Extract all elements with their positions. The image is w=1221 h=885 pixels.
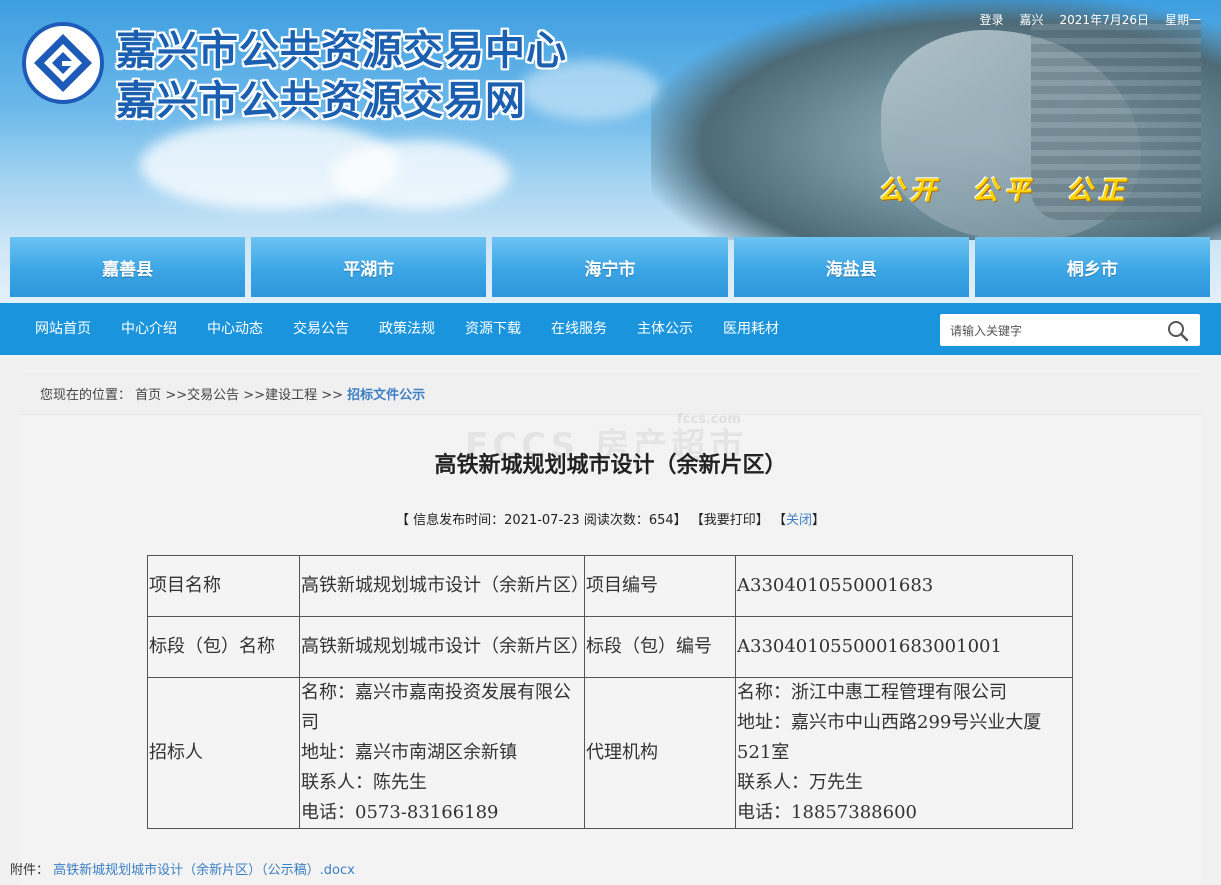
table-row: 招标人 名称：嘉兴市嘉南投资发展有限公司 地址：嘉兴市南湖区余新镇 联系人：陈先… [147, 677, 1073, 829]
city-tab-tongxiang[interactable]: 桐乡市 [974, 237, 1211, 297]
city-tab-pinghu[interactable]: 平湖市 [251, 237, 487, 297]
close-link[interactable]: 关闭 [786, 513, 812, 528]
breadcrumb-announcements[interactable]: 交易公告 [187, 388, 239, 403]
project-name-value: 高铁新城规划城市设计（余新片区） [299, 555, 589, 617]
project-no-value: A3304010550001683 [735, 555, 1073, 617]
top-utility-bar: 登录 嘉兴 2021年7月26日 星期一 [980, 11, 1202, 28]
tenderer-label: 招标人 [147, 677, 300, 829]
project-info-table: 项目名称 高铁新城规划城市设计（余新片区） 项目编号 A330401055000… [147, 555, 1073, 829]
section-no-label: 标段（包）编号 [584, 616, 736, 678]
breadcrumb: 您现在的位置： 首页 >>交易公告 >>建设工程 >> 招标文件公示 [40, 384, 425, 403]
city-tab-jiashan[interactable]: 嘉善县 [10, 237, 246, 297]
section-no-value: A3304010550001683001001 [735, 616, 1073, 678]
table-row: 标段（包）名称 高铁新城规划城市设计（余新片区） 标段（包）编号 A330401… [147, 616, 1073, 678]
site-logo[interactable] [22, 22, 104, 104]
breadcrumb-prefix: 您现在的位置： [40, 388, 132, 403]
article-meta: 【 信息发布时间：2021-07-23 阅读次数：654】 【我要打印】 【关闭… [0, 509, 1221, 528]
breadcrumb-home[interactable]: 首页 [135, 388, 161, 403]
agency-phone: 电话：18857388600 [737, 802, 917, 823]
attachment-line: 附件： 高铁新城规划城市设计（余新片区）（公示稿）.docx [10, 859, 355, 878]
agency-label: 代理机构 [584, 677, 736, 829]
watermark-domain: fccs.com [677, 412, 741, 427]
breadcrumb-separator: >> [243, 388, 266, 403]
agency-name: 名称：浙江中惠工程管理有限公司 [737, 682, 1007, 703]
nav-item-home[interactable]: 网站首页 [20, 303, 106, 355]
tenderer-phone: 电话：0573-83166189 [301, 802, 499, 823]
slogan: 公开 公平 公正 [878, 176, 1131, 206]
site-title-line2: 嘉兴市公共资源交易网 [116, 78, 526, 124]
search-input[interactable] [948, 314, 1162, 348]
tenderer-address: 地址：嘉兴市南湖区余新镇 [301, 742, 517, 763]
agency-value: 名称：浙江中惠工程管理有限公司 地址：嘉兴市中山西路299号兴业大厦521室 联… [735, 677, 1073, 829]
login-link[interactable]: 登录 [980, 11, 1004, 28]
tenderer-name: 名称：嘉兴市嘉南投资发展有限公司 [301, 682, 571, 733]
nav-item-news[interactable]: 中心动态 [192, 303, 278, 355]
attachment-label: 附件： [10, 863, 50, 878]
nav-item-entity-disclosure[interactable]: 主体公示 [622, 303, 708, 355]
nav-item-downloads[interactable]: 资源下载 [450, 303, 536, 355]
nav-item-medical-supplies[interactable]: 医用耗材 [708, 303, 794, 355]
current-date: 2021年7月26日 [1059, 13, 1149, 27]
agency-contact: 联系人：万先生 [737, 772, 863, 793]
current-weekday: 星期一 [1164, 13, 1201, 27]
attachment-link[interactable]: 高铁新城规划城市设计（余新片区）（公示稿）.docx [53, 863, 355, 878]
breadcrumb-separator: >> [321, 388, 344, 403]
breadcrumb-construction[interactable]: 建设工程 [265, 388, 317, 403]
table-row: 项目名称 高铁新城规划城市设计（余新片区） 项目编号 A330401055000… [147, 555, 1073, 617]
search-icon[interactable] [1166, 319, 1190, 343]
nav-item-announcements[interactable]: 交易公告 [278, 303, 364, 355]
tenderer-contact: 联系人：陈先生 [301, 772, 427, 793]
section-name-value: 高铁新城规划城市设计（余新片区） [299, 616, 589, 678]
publish-info: 【 信息发布时间：2021-07-23 阅读次数：654】 [396, 513, 687, 528]
logo-emblem-icon [34, 34, 92, 92]
project-name-label: 项目名称 [147, 555, 300, 617]
breadcrumb-separator: >> [165, 388, 188, 403]
search-box [940, 314, 1200, 348]
nav-item-online-service[interactable]: 在线服务 [536, 303, 622, 355]
section-name-label: 标段（包）名称 [147, 616, 300, 678]
close-bracket-right: 】 [811, 513, 825, 528]
print-link[interactable]: 【我要打印】 [691, 513, 769, 528]
close-bracket-left: 【 [772, 513, 786, 528]
nav-item-policies[interactable]: 政策法规 [364, 303, 450, 355]
current-city: 嘉兴 [1019, 13, 1044, 27]
city-tabs: 嘉善县 平湖市 海宁市 海盐县 桐乡市 [10, 237, 1211, 297]
nav-item-about[interactable]: 中心介绍 [106, 303, 192, 355]
tenderer-value: 名称：嘉兴市嘉南投资发展有限公司 地址：嘉兴市南湖区余新镇 联系人：陈先生 电话… [299, 677, 585, 829]
cloud-decoration [330, 140, 510, 210]
city-tab-haining[interactable]: 海宁市 [492, 237, 728, 297]
city-tab-haiyan[interactable]: 海盐县 [733, 237, 969, 297]
agency-address: 地址：嘉兴市中山西路299号兴业大厦521室 [737, 712, 1042, 763]
article-title: 高铁新城规划城市设计（余新片区） [434, 453, 787, 478]
project-no-label: 项目编号 [584, 555, 736, 617]
breadcrumb-current[interactable]: 招标文件公示 [347, 388, 425, 403]
